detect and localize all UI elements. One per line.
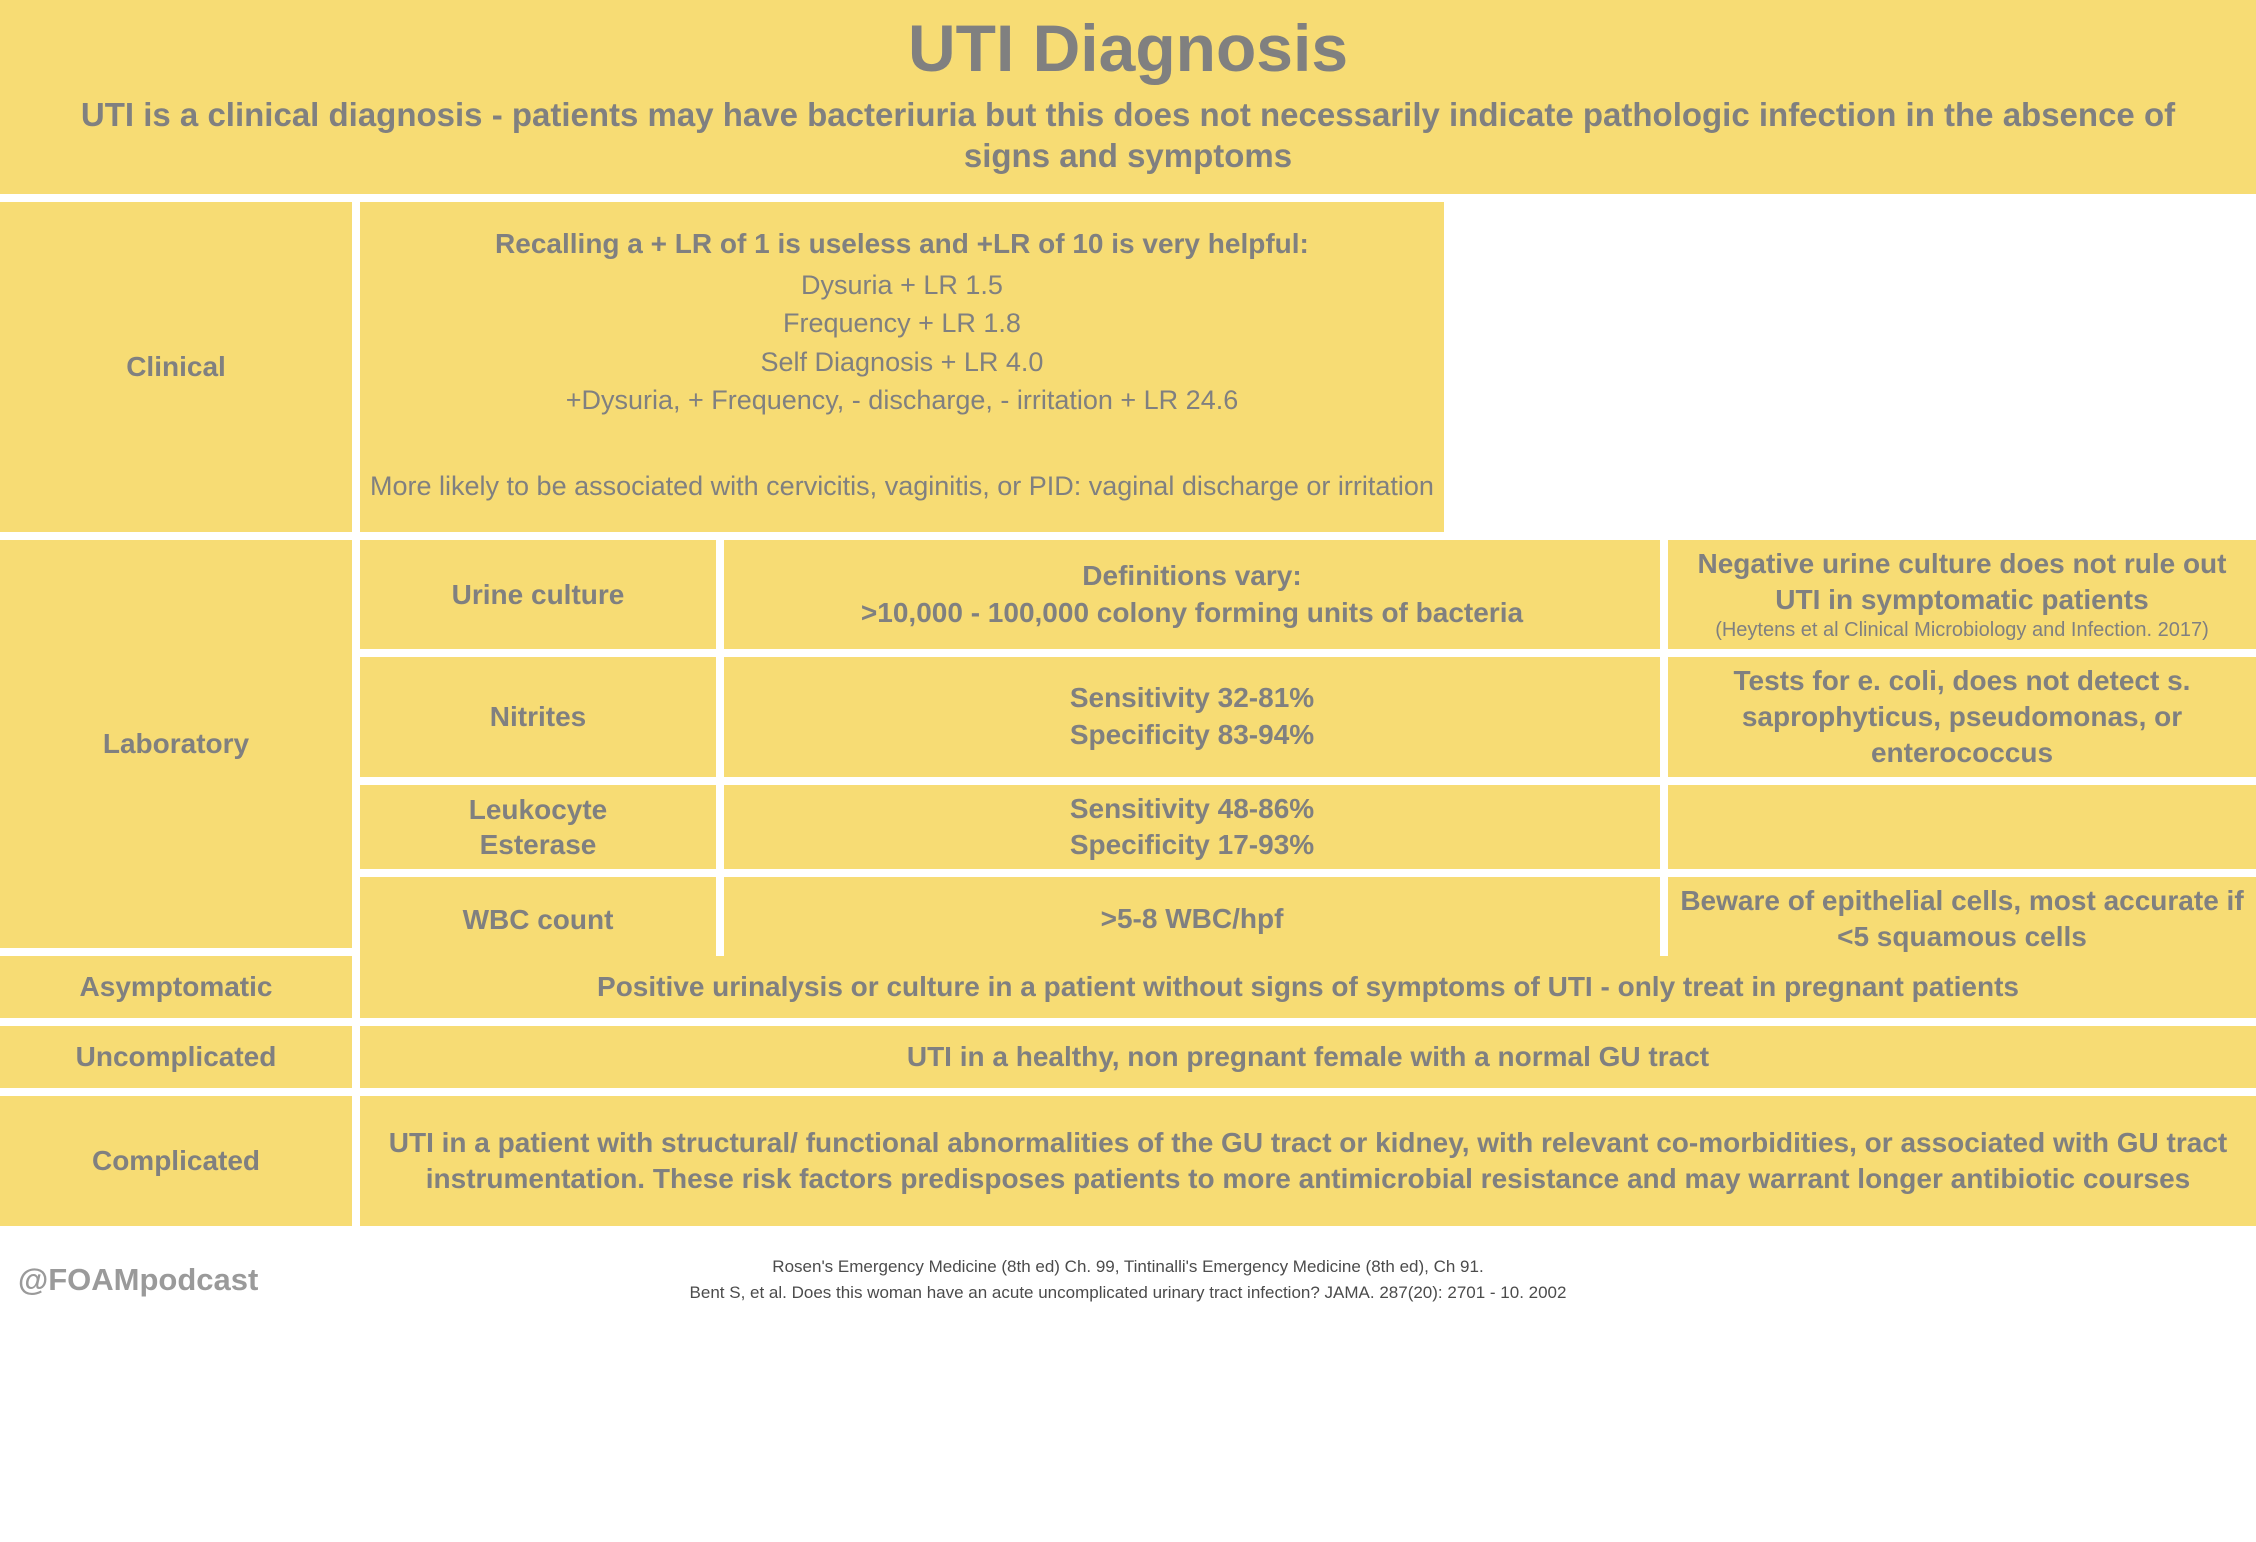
lab-note-text: Negative urine culture does not rule out…: [1697, 548, 2227, 616]
lab-test-detail: >5-8 WBC/hpf: [724, 877, 1660, 961]
page-subtitle: UTI is a clinical diagnosis - patients m…: [80, 95, 2176, 174]
laboratory-label: Laboratory: [0, 540, 352, 949]
page-title: UTI Diagnosis: [907, 11, 1349, 85]
table-row: WBC count >5-8 WBC/hpf Beware of epithel…: [360, 877, 2256, 961]
lab-test-name: WBC count: [360, 877, 716, 961]
header-divider: [0, 194, 2256, 203]
clinical-lr-self-diagnosis: Self Diagnosis + LR 4.0: [760, 346, 1044, 377]
lab-detail-line-1: Sensitivity 32-81%: [1069, 682, 1315, 714]
uncomplicated-row: Uncomplicated UTI in a healthy, non preg…: [0, 1026, 2256, 1089]
asymptomatic-row: Asymptomatic Positive urinalysis or cult…: [0, 956, 2256, 1019]
lab-test-name: Leukocyte Esterase: [360, 784, 716, 870]
reference-line-1: Rosen's Emergency Medicine (8th ed) Ch. …: [772, 1257, 1484, 1277]
clinical-note: More likely to be associated with cervic…: [370, 471, 1434, 502]
lab-test-name-line-2: Esterase: [479, 828, 597, 860]
complicated-row: Complicated UTI in a patient with struct…: [0, 1096, 2256, 1227]
clinical-content: Recalling a + LR of 1 is useless and +LR…: [360, 202, 1444, 533]
clinical-label: Clinical: [0, 202, 352, 533]
table-row: Leukocyte Esterase Sensitivity 48-86% Sp…: [360, 784, 2256, 870]
lab-detail-line-1: Sensitivity 48-86%: [1069, 792, 1315, 824]
foampodcast-handle: @FOAMpodcast: [18, 1262, 259, 1298]
asymptomatic-label: Asymptomatic: [0, 956, 352, 1019]
uncomplicated-text: UTI in a healthy, non pregnant female wi…: [360, 1026, 2256, 1089]
lab-test-detail: Definitions vary: >10,000 - 100,000 colo…: [724, 540, 1660, 650]
asymptomatic-text: Positive urinalysis or culture in a pati…: [360, 956, 2256, 1019]
reference-line-2: Bent S, et al. Does this woman have an a…: [689, 1283, 1567, 1303]
lab-detail-line-2: >10,000 - 100,000 colony forming units o…: [860, 596, 1524, 628]
clinical-lead-text: Recalling a + LR of 1 is useless and +LR…: [495, 228, 1309, 260]
uncomplicated-label: Uncomplicated: [0, 1026, 352, 1089]
clinical-lr-dysuria: Dysuria + LR 1.5: [801, 270, 1003, 301]
lab-test-detail: Sensitivity 48-86% Specificity 17-93%: [724, 784, 1660, 870]
lab-test-note: [1668, 784, 2256, 870]
lab-detail-line-2: Specificity 83-94%: [1069, 718, 1315, 750]
lab-test-detail: Sensitivity 32-81% Specificity 83-94%: [724, 657, 1660, 777]
uti-diagnosis-infographic: UTI Diagnosis UTI is a clinical diagnosi…: [0, 0, 2256, 1542]
laboratory-subrows: Urine culture Definitions vary: >10,000 …: [360, 540, 2256, 961]
table-row: Urine culture Definitions vary: >10,000 …: [360, 540, 2256, 650]
lab-test-note: Negative urine culture does not rule out…: [1668, 540, 2256, 650]
lab-note-citation: (Heytens et al Clinical Microbiology and…: [1715, 619, 2209, 642]
lab-test-note: Tests for e. coli, does not detect s. sa…: [1668, 657, 2256, 777]
footer: @FOAMpodcast Rosen's Emergency Medicine …: [0, 1234, 2256, 1327]
lab-detail-line-1: >5-8 WBC/hpf: [1100, 902, 1284, 934]
complicated-label: Complicated: [0, 1096, 352, 1227]
header: UTI Diagnosis UTI is a clinical diagnosi…: [0, 0, 2256, 195]
laboratory-section-row: Laboratory Urine culture Definitions var…: [0, 540, 2256, 961]
table-row: Nitrites Sensitivity 32-81% Specificity …: [360, 657, 2256, 777]
lab-test-name-line-1: Leukocyte: [468, 793, 608, 825]
references: Rosen's Emergency Medicine (8th ed) Ch. …: [348, 1254, 2238, 1307]
lab-note-text: Tests for e. coli, does not detect s. sa…: [1733, 665, 2191, 768]
lab-detail-line-2: Specificity 17-93%: [1069, 828, 1315, 860]
complicated-text: UTI in a patient with structural/ functi…: [360, 1096, 2256, 1227]
clinical-section-row: Clinical Recalling a + LR of 1 is useles…: [0, 202, 2256, 533]
lab-note-text: Beware of epithelial cells, most accurat…: [1680, 885, 2244, 953]
lab-test-name: Nitrites: [360, 657, 716, 777]
clinical-lr-frequency: Frequency + LR 1.8: [783, 308, 1021, 339]
clinical-lr-combined: +Dysuria, + Frequency, - discharge, - ir…: [565, 385, 1239, 416]
lab-test-note: Beware of epithelial cells, most accurat…: [1668, 877, 2256, 961]
lab-test-name: Urine culture: [360, 540, 716, 650]
lab-detail-line-1: Definitions vary:: [1082, 560, 1302, 592]
